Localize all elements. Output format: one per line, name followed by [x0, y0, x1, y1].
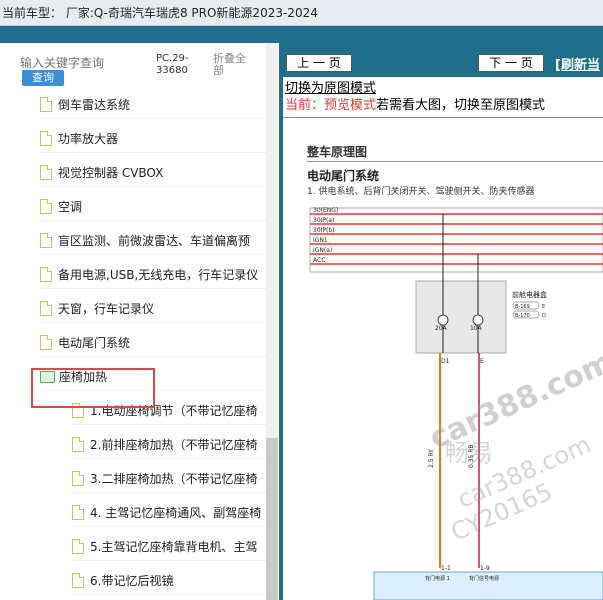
tree-item[interactable]: 天窗，行车记录仪 [40, 295, 266, 323]
fuse-label: 10A [470, 325, 483, 332]
file-icon [72, 437, 84, 452]
connector-tag: B-169 [515, 304, 530, 310]
rail-label: 30IP(a) [313, 217, 334, 224]
tree-item[interactable]: 4. 主驾记忆座椅通风、副驾座椅 [72, 499, 266, 527]
rail-label: 30(ENG) [313, 207, 338, 214]
tailgate-module: 背门电源 1 背门信号电源 [373, 571, 603, 600]
rail-label: ACC [313, 257, 325, 264]
tree-item-label: 天窗，行车记录仪 [58, 302, 155, 316]
tree-item[interactable]: 盲区监测、前微波雷达、车道偏离预 [40, 227, 266, 255]
tree-item[interactable]: 功率放大器 [40, 125, 266, 153]
tree-item[interactable]: 空调 [40, 193, 266, 221]
tree-item-label: 3.二排座椅加热（不带记忆座椅 [90, 472, 258, 486]
tree-item-label: 空调 [58, 200, 83, 214]
wire-label: 2.5 RY [428, 449, 435, 468]
file-icon [40, 335, 52, 350]
tree-item[interactable]: 6.带记忆后视镜 [72, 567, 266, 595]
pin-label: D1 [441, 358, 450, 365]
connector-pin: E [542, 304, 545, 310]
wiring-diagram: 30(ENG) 30IP(a) 30IP(b) IGN1 IGN(a) ACC … [309, 207, 603, 600]
pin-label: 1-9 [480, 565, 490, 572]
tree-item[interactable]: 视觉控制器 CVBOX [40, 159, 266, 187]
file-icon [72, 539, 84, 554]
tree-item[interactable]: 倒车雷达系统 [40, 91, 266, 119]
tree-item-label: 4. 主驾记忆座椅通风、副驾座椅 [90, 506, 262, 520]
tree-item-label: 功率放大器 [58, 132, 119, 146]
tree-item-label: 倒车雷达系统 [58, 98, 131, 112]
tree-item[interactable]: 电动尾门系统 [40, 329, 266, 357]
fuse-label: 20A [435, 325, 448, 332]
connector-tag: B-170 [515, 313, 530, 319]
pin-label: E [480, 358, 484, 365]
collapse-all-button[interactable]: 折叠全部 [213, 53, 255, 77]
tree-item-label: 2.前排座椅加热（不带记忆座椅 [90, 438, 258, 452]
tree-item[interactable]: 备用电源,USB,无线充电，行车记录仪 [40, 261, 266, 289]
file-icon [40, 131, 52, 146]
watermark: 畅易 [445, 439, 493, 467]
module-pin-label: 背门信号电源 [469, 575, 499, 582]
connector-pin: D [542, 313, 546, 319]
viewer-panel: 上 一 页 下 一 页 [刷新当 切换为原图模式 当前：预览模式若需看大图，切换… [283, 43, 603, 600]
file-icon [40, 97, 52, 112]
file-icon [40, 199, 52, 214]
header-band [0, 26, 603, 43]
tree-item[interactable]: 2.前排座椅加热（不带记忆座椅 [72, 431, 266, 459]
pin-label: 1-1 [441, 565, 451, 572]
fuse-box-label: 前舱电器盒 [512, 290, 547, 299]
rail-label: 30IP(b) [313, 227, 335, 234]
search-button[interactable]: 查询 [22, 70, 64, 86]
tree-item-label: 备用电源,USB,无线充电，行车记录仪 [58, 268, 259, 282]
search-row: 查询 PC.29-33680 折叠全部 [0, 43, 279, 91]
file-icon [40, 267, 52, 282]
file-icon [40, 301, 52, 316]
tree-item-label: 视觉控制器 CVBOX [58, 166, 164, 180]
pc-code: PC.29-33680 [156, 53, 189, 76]
tree-item[interactable]: 5.主驾记忆座椅靠背电机、主驾 [72, 533, 266, 561]
left-scrollbar[interactable] [266, 43, 278, 600]
tree-item-label: 5.主驾记忆座椅靠背电机、主驾 [90, 540, 258, 554]
file-icon [40, 165, 52, 180]
module-pin-label: 背门电源 1 [425, 575, 450, 582]
page-header: 当前车型： 厂家:Q-奇瑞汽车瑞虎8 PRO新能源2023-2024 [0, 0, 603, 26]
tree-item[interactable]: 3.二排座椅加热（不带记忆座椅 [72, 465, 266, 493]
selected-node-highlight [31, 368, 155, 408]
tree-item-label: 盲区监测、前微波雷达、车道偏离预 [58, 234, 251, 248]
scroll-thumb[interactable] [266, 438, 278, 600]
rail-label: IGN(a) [313, 247, 332, 254]
tree-item-label: 6.带记忆后视镜 [90, 574, 174, 588]
left-panel: 查询 PC.29-33680 折叠全部 倒车雷达系统功率放大器视觉控制器 CVB… [0, 43, 279, 600]
file-icon [72, 573, 84, 588]
file-icon [72, 471, 84, 486]
tree-item-label: 电动尾门系统 [58, 336, 131, 350]
file-icon [40, 233, 52, 248]
rail-label: IGN1 [313, 237, 328, 244]
file-icon [72, 505, 84, 520]
power-rails: 30(ENG) 30IP(a) 30IP(b) IGN1 IGN(a) ACC [309, 207, 603, 273]
